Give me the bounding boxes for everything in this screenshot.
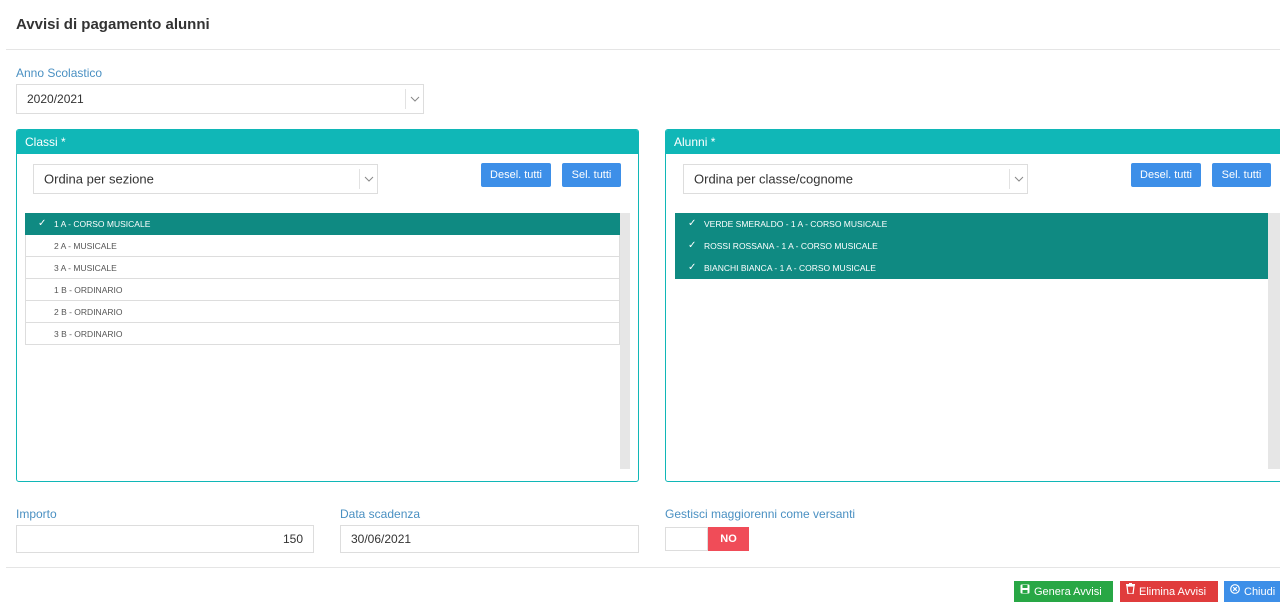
- alunni-item[interactable]: ✓ BIANCHI BIANCA - 1 A - CORSO MUSICALE: [675, 257, 1268, 279]
- alunni-item-label: ROSSI ROSSANA - 1 A - CORSO MUSICALE: [704, 241, 878, 251]
- classi-item[interactable]: 3 A - MUSICALE: [25, 257, 620, 279]
- alunni-item[interactable]: ✓ VERDE SMERALDO - 1 A - CORSO MUSICALE: [675, 213, 1268, 235]
- classi-deselect-all-button[interactable]: Desel. tutti: [481, 163, 551, 187]
- alunni-sort-select[interactable]: Ordina per classe/cognome: [683, 164, 1028, 194]
- classi-item[interactable]: 3 B - ORDINARIO: [25, 323, 620, 345]
- maggiorenni-toggle[interactable]: NO: [665, 527, 749, 551]
- elimina-avvisi-label: Elimina Avvisi: [1139, 586, 1207, 598]
- chevron-down-icon: [405, 89, 423, 109]
- scadenza-value: 30/06/2021: [351, 532, 412, 546]
- chevron-down-icon: [359, 169, 377, 189]
- classi-item[interactable]: 1 B - ORDINARIO: [25, 279, 620, 301]
- classi-item-label: 2 A - MUSICALE: [54, 241, 117, 251]
- elimina-avvisi-button[interactable]: Elimina Avvisi: [1120, 581, 1218, 602]
- check-icon: ✓: [688, 240, 697, 251]
- page-title: Avvisi di pagamento alunni: [16, 16, 210, 33]
- chevron-down-icon: [1009, 169, 1027, 189]
- check-icon: ✓: [688, 262, 697, 273]
- alunni-list: ✓ VERDE SMERALDO - 1 A - CORSO MUSICALE ✓…: [675, 213, 1268, 279]
- anno-label: Anno Scolastico: [16, 66, 103, 80]
- alunni-scrollbar[interactable]: [1268, 213, 1280, 469]
- chiudi-button[interactable]: Chiudi: [1224, 581, 1280, 602]
- alunni-select-all-button[interactable]: Sel. tutti: [1212, 163, 1271, 187]
- classi-item[interactable]: 2 A - MUSICALE: [25, 235, 620, 257]
- classi-item[interactable]: ✓ 1 A - CORSO MUSICALE: [25, 213, 620, 235]
- save-icon: [1020, 580, 1030, 602]
- genera-avvisi-button[interactable]: Genera Avvisi: [1014, 581, 1113, 602]
- importo-value: 150: [282, 532, 303, 546]
- classi-sort-value: Ordina per sezione: [44, 171, 154, 187]
- alunni-header: Alunni *: [666, 130, 1280, 154]
- alunni-item-label: BIANCHI BIANCA - 1 A - CORSO MUSICALE: [704, 263, 876, 273]
- importo-label: Importo: [16, 507, 57, 521]
- maggiorenni-label: Gestisci maggiorenni come versanti: [665, 507, 856, 521]
- classi-item-label: 1 B - ORDINARIO: [54, 285, 123, 295]
- classi-item-label: 2 B - ORDINARIO: [54, 307, 123, 317]
- alunni-deselect-all-button[interactable]: Desel. tutti: [1131, 163, 1201, 187]
- toggle-no-label: NO: [708, 527, 749, 551]
- importo-input[interactable]: 150: [16, 525, 314, 553]
- chiudi-label: Chiudi: [1244, 586, 1276, 598]
- classi-header: Classi *: [17, 130, 638, 154]
- classi-item-label: 3 B - ORDINARIO: [54, 329, 123, 339]
- footer-divider: [6, 567, 1280, 568]
- scadenza-input[interactable]: 30/06/2021: [340, 525, 639, 553]
- classi-select-all-button[interactable]: Sel. tutti: [562, 163, 621, 187]
- classi-scrollbar[interactable]: [620, 213, 630, 469]
- alunni-item[interactable]: ✓ ROSSI ROSSANA - 1 A - CORSO MUSICALE: [675, 235, 1268, 257]
- check-icon: ✓: [688, 218, 697, 229]
- close-circle-icon: [1230, 580, 1240, 602]
- alunni-sort-value: Ordina per classe/cognome: [694, 171, 853, 187]
- anno-value: 2020/2021: [27, 92, 84, 106]
- classi-item-label: 3 A - MUSICALE: [54, 263, 117, 273]
- classi-item[interactable]: 2 B - ORDINARIO: [25, 301, 620, 323]
- classi-item-label: 1 A - CORSO MUSICALE: [54, 219, 151, 229]
- scadenza-label: Data scadenza: [340, 507, 421, 521]
- alunni-item-label: VERDE SMERALDO - 1 A - CORSO MUSICALE: [704, 219, 888, 229]
- check-icon: ✓: [38, 218, 47, 229]
- classi-list: ✓ 1 A - CORSO MUSICALE 2 A - MUSICALE 3 A…: [25, 213, 620, 345]
- toggle-off-area: [665, 527, 708, 551]
- anno-select[interactable]: 2020/2021: [16, 84, 424, 114]
- classi-sort-select[interactable]: Ordina per sezione: [33, 164, 378, 194]
- header-divider: [6, 49, 1280, 50]
- genera-avvisi-label: Genera Avvisi: [1034, 586, 1102, 598]
- trash-icon: [1126, 580, 1135, 602]
